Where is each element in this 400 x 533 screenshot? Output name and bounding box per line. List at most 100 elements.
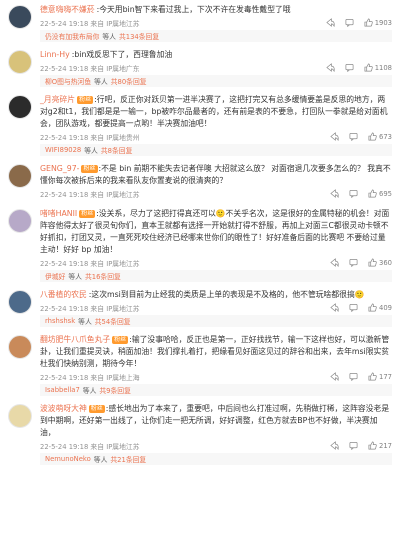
reply-etc: 等人: [94, 78, 108, 86]
reply-etc: 等人: [82, 387, 97, 395]
replies-bar[interactable]: rhshshsk 等人 共54条回复: [40, 315, 392, 327]
comment-time: 22-5-24 19:18 来自: [40, 259, 105, 268]
avatar[interactable]: [8, 209, 32, 233]
share-icon: [330, 372, 339, 381]
reply-etc: 等人: [68, 273, 82, 281]
comment-meta: 22-5-24 19:18 来自 IP属地上海 177: [40, 370, 392, 383]
comment-time: 22-5-24 19:18 来自: [40, 64, 105, 73]
comment-item: GENG_97- 粉丝:不是 bin 前期不能失去记者伴噢 大招就这么放？ 对面宿…: [0, 159, 400, 200]
comment-meta: 22-5-24 19:18 来自 IP属地江苏 409: [40, 301, 392, 314]
reply-count[interactable]: 共134条回复: [119, 31, 159, 41]
comment-icon: [349, 189, 358, 198]
comment-meta: 22-5-24 19:18 来自 IP属地江苏 695: [40, 187, 392, 200]
thumbs-up-icon: [368, 189, 377, 198]
comment-username[interactable]: 德意嗨嗨不嫌菸: [40, 5, 95, 14]
reply-count[interactable]: 共54条回复: [95, 316, 131, 326]
share-icon: [330, 441, 339, 450]
comment-button[interactable]: [349, 132, 358, 141]
comment-button[interactable]: [349, 441, 358, 450]
reply-username[interactable]: rhshshsk: [45, 317, 75, 325]
like-count: 1108: [374, 63, 392, 72]
comment-text-line: 啫啫HANII 粉丝:没关系，尽力了这把打得真还可以🙂不关乎名次，这是很好的金属特…: [40, 208, 392, 256]
comment-time: 22-5-24 19:18 来自: [40, 19, 105, 28]
comment-username[interactable]: Linn-Hy: [40, 50, 70, 59]
comment-button[interactable]: [345, 18, 354, 27]
reply-count[interactable]: 共80条回复: [111, 76, 147, 86]
like-button[interactable]: 673: [368, 132, 392, 141]
like-count: 1903: [374, 18, 392, 27]
replies-bar[interactable]: WIFI89028 等人 共8条回复: [40, 144, 392, 156]
comment-username[interactable]: 八番植的农民: [40, 290, 87, 299]
reply-count[interactable]: 共9条回复: [99, 385, 131, 395]
reply-username[interactable]: 伊城好: [45, 271, 65, 281]
comment-username[interactable]: GENG_97-: [40, 164, 79, 173]
share-button[interactable]: [326, 18, 335, 27]
comment-icon: [349, 258, 358, 267]
comment-item: Linn-Hy:bin戏反思下了，西理鲁加油 22-5-24 19:18 来自 …: [0, 45, 400, 87]
comment-location: IP属地上海: [106, 373, 140, 382]
like-button[interactable]: 695: [368, 189, 392, 198]
comment-item: 波波萌呀大神 粉丝:感长地出为了本来了，重要吧，中后间也么打准过啊，先稍做打稀，这…: [0, 399, 400, 465]
comment-button[interactable]: [349, 258, 358, 267]
comment-button[interactable]: [349, 189, 358, 198]
comment-time: 22-5-24 19:18 来自: [40, 373, 105, 382]
replies-bar[interactable]: 伊城好 等人 共16条回复: [40, 270, 392, 282]
replies-bar[interactable]: Isabbella7 等人 共9条回复: [40, 384, 392, 396]
like-button[interactable]: 1108: [364, 63, 392, 72]
comment-icon: [349, 303, 358, 312]
thumbs-up-icon: [364, 18, 373, 27]
comment-location: IP属地江苏: [106, 190, 140, 199]
comment-icon: [345, 18, 354, 27]
share-button[interactable]: [330, 441, 339, 450]
share-button[interactable]: [330, 132, 339, 141]
reply-username[interactable]: 柳O图与热河鱼: [45, 76, 91, 86]
comment-username[interactable]: 翻坊肥牛八爪鱼丸子: [40, 335, 110, 344]
comment-username[interactable]: _月亮碎片: [40, 95, 75, 104]
comment-feed: 德意嗨嗨不嫌菸:今天用bin智下来看过我上，下次不许在发毒性戴型了哦 22-5-…: [0, 0, 400, 533]
share-button[interactable]: [330, 372, 339, 381]
comment-item: _月亮碎片 粉丝:行吧，反正你对跃贝第一进半决赛了，这把打完又有总多缓情要盖是反思…: [0, 90, 400, 156]
comment-body: 今天用bin智下来看过我上，下次不许在发毒性戴型了哦: [99, 5, 291, 14]
thumbs-up-icon: [368, 258, 377, 267]
like-count: 360: [379, 258, 392, 267]
avatar[interactable]: [8, 50, 32, 74]
avatar[interactable]: [8, 290, 32, 314]
comment-button[interactable]: [349, 303, 358, 312]
replies-bar[interactable]: 柳O图与热河鱼 等人 共80条回复: [40, 75, 392, 87]
reply-username[interactable]: NemunoNeko: [45, 455, 91, 463]
like-button[interactable]: 360: [368, 258, 392, 267]
reply-username[interactable]: 仍没有加我布局你: [45, 31, 99, 41]
comment-location: IP属地江苏: [106, 19, 140, 28]
replies-bar[interactable]: NemunoNeko 等人 共21条回复: [40, 453, 392, 465]
comment-icon: [345, 63, 354, 72]
comment-button[interactable]: [349, 372, 358, 381]
comment-item: 啫啫HANII 粉丝:没关系，尽力了这把打得真还可以🙂不关乎名次，这是很好的金属特…: [0, 204, 400, 282]
comment-button[interactable]: [345, 63, 354, 72]
share-button[interactable]: [330, 258, 339, 267]
like-button[interactable]: 1903: [364, 18, 392, 27]
fan-badge: 粉丝: [79, 210, 96, 218]
share-button[interactable]: [326, 63, 335, 72]
comment-location: IP属地江苏: [106, 259, 140, 268]
fan-badge: 粉丝: [88, 405, 105, 413]
share-button[interactable]: [330, 303, 339, 312]
fan-badge: 粉丝: [112, 336, 129, 344]
reply-username[interactable]: Isabbella7: [45, 386, 80, 394]
avatar[interactable]: [8, 404, 32, 428]
avatar[interactable]: [8, 164, 32, 188]
reply-count[interactable]: 共8条回复: [101, 145, 133, 155]
avatar[interactable]: [8, 95, 32, 119]
like-button[interactable]: 217: [368, 441, 392, 450]
reply-username[interactable]: WIFI89028: [45, 146, 81, 154]
comment-username[interactable]: 啫啫HANII: [40, 209, 77, 218]
comment-meta: 22-5-24 19:18 来自 IP属地江苏 217: [40, 439, 392, 452]
replies-bar[interactable]: 仍没有加我布局你 等人 共134条回复: [40, 30, 392, 42]
reply-count[interactable]: 共21条回复: [110, 454, 146, 464]
like-button[interactable]: 409: [368, 303, 392, 312]
share-button[interactable]: [330, 189, 339, 198]
avatar[interactable]: [8, 335, 32, 359]
comment-username[interactable]: 波波萌呀大神: [40, 404, 87, 413]
avatar[interactable]: [8, 5, 32, 29]
reply-count[interactable]: 共16条回复: [85, 271, 121, 281]
like-button[interactable]: 177: [368, 372, 392, 381]
